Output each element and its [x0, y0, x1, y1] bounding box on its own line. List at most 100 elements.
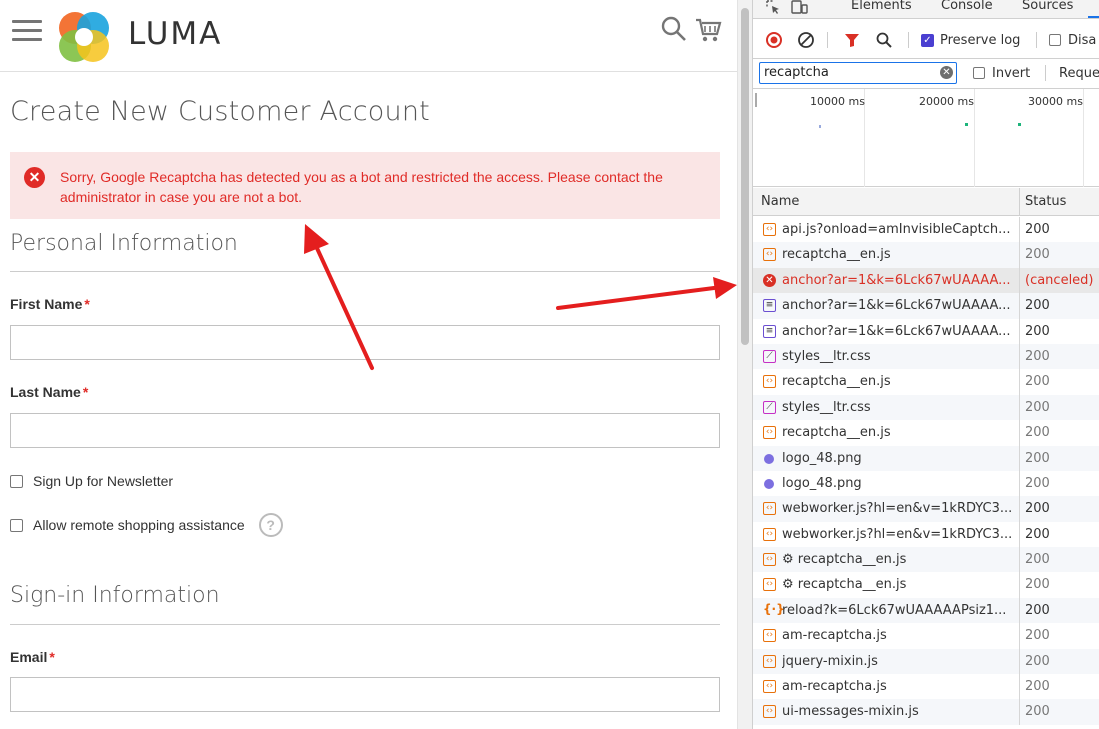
invert-checkbox[interactable] [973, 67, 985, 79]
last-name-label: Last Name * [10, 384, 89, 400]
luma-logo-icon[interactable] [56, 9, 112, 65]
request-name[interactable]: ⚙ recaptcha__en.js [782, 547, 1014, 572]
last-name-input[interactable] [10, 413, 720, 448]
request-row[interactable]: ‹› recaptcha__en.js 200 [753, 369, 1099, 395]
timeline-marker [1018, 123, 1021, 126]
newsletter-label[interactable]: Sign Up for Newsletter [33, 473, 173, 489]
help-icon[interactable]: ? [258, 513, 283, 537]
device-toolbar-icon[interactable] [791, 0, 809, 15]
error-message-box: ✕ Sorry, Google Recaptcha has detected y… [10, 152, 720, 219]
request-status: 200 [1025, 552, 1050, 568]
shop-page: LUMA Create New Customer Account ✕ Sorry… [0, 0, 737, 729]
request-name[interactable]: webworker.js?hl=en&v=1kRDYC3... [782, 522, 1014, 547]
error-message-text: Sorry, Google Recaptcha has detected you… [60, 169, 663, 205]
request-name[interactable]: styles__ltr.css [782, 344, 1014, 369]
disable-cache-option[interactable]: Disa [1049, 30, 1096, 50]
newsletter-checkbox[interactable] [10, 474, 23, 488]
request-row[interactable]: ‹› am-recaptcha.js 200 [753, 623, 1099, 649]
disable-cache-checkbox[interactable] [1049, 34, 1061, 46]
column-separator [1019, 217, 1020, 243]
request-row[interactable]: {·} reload?k=6Lck67wUAAAAAPsiz1... 200 [753, 597, 1099, 624]
request-name[interactable]: api.js?onload=amInvisibleCaptch... [782, 217, 1014, 242]
tab-elements[interactable]: Elements [851, 0, 912, 13]
invert-option[interactable]: Invert [973, 63, 1030, 83]
error-icon: ✕ [763, 273, 776, 287]
request-status: 200 [1025, 348, 1050, 364]
request-row[interactable]: ⟋ styles__ltr.css 200 [753, 394, 1099, 421]
email-input[interactable] [10, 677, 720, 712]
signin-information-title: Sign-in Information [10, 583, 220, 608]
request-name[interactable]: anchor?ar=1&k=6Lck67wUAAAA... [782, 268, 1014, 293]
column-status[interactable]: Status [1025, 194, 1066, 209]
request-name[interactable]: anchor?ar=1&k=6Lck67wUAAAA... [782, 293, 1014, 318]
request-row[interactable]: ‹› api.js?onload=amInvisibleCaptch... 200 [753, 217, 1099, 243]
request-name[interactable]: webworker.js?hl=en&v=1kRDYC3... [782, 496, 1014, 521]
preserve-log-option[interactable]: ✓ Preserve log [921, 30, 1020, 50]
request-name[interactable]: ui-messages-mixin.js [782, 699, 1014, 724]
request-row[interactable]: ‹› jquery-mixin.js 200 [753, 648, 1099, 675]
timeline-handle[interactable] [755, 93, 757, 107]
request-name[interactable]: recaptcha__en.js [782, 242, 1014, 267]
page-scrollbar[interactable] [737, 0, 752, 729]
inspect-element-icon[interactable] [765, 0, 781, 15]
timeline-overview[interactable]: 10000 ms 20000 ms 30000 ms [753, 89, 1099, 187]
request-types-filter[interactable]: Reque [1059, 63, 1099, 83]
request-row[interactable]: ‹› webworker.js?hl=en&v=1kRDYC3... 200 [753, 496, 1099, 522]
devtools-panel: Elements Console Sources ✓ Preserve log … [752, 0, 1099, 729]
remote-assistance-option[interactable]: Allow remote shopping assistance ? [10, 513, 283, 537]
cart-icon[interactable] [694, 14, 722, 44]
request-name[interactable]: recaptcha__en.js [782, 369, 1014, 394]
search-icon[interactable] [660, 14, 688, 44]
request-row[interactable]: ‹› ui-messages-mixin.js 200 [753, 699, 1099, 725]
request-row[interactable]: ‹› recaptcha__en.js 200 [753, 420, 1099, 446]
column-separator[interactable] [1019, 188, 1020, 215]
request-name[interactable]: ⚙ recaptcha__en.js [782, 572, 1014, 597]
preserve-log-checkbox[interactable]: ✓ [921, 33, 934, 47]
request-row[interactable]: ‹› ⚙ recaptcha__en.js 200 [753, 547, 1099, 573]
request-row[interactable]: ≡ anchor?ar=1&k=6Lck67wUAAAA... 200 [753, 293, 1099, 319]
filter-input[interactable]: recaptcha [759, 62, 957, 84]
clear-filter-icon[interactable]: ✕ [940, 66, 953, 79]
timeline-marker [965, 123, 968, 126]
request-name[interactable]: jquery-mixin.js [782, 649, 1014, 674]
disable-cache-label[interactable]: Disa [1068, 33, 1096, 48]
request-status: 200 [1025, 247, 1050, 263]
request-row[interactable]: ✕ anchor?ar=1&k=6Lck67wUAAAA... (canceled) [753, 267, 1099, 294]
search-icon[interactable] [875, 30, 893, 50]
stylesheet-file-icon: ⟋ [763, 400, 776, 414]
toolbar-divider [1036, 32, 1037, 48]
first-name-input[interactable] [10, 325, 720, 360]
request-row[interactable]: logo_48.png 200 [753, 470, 1099, 497]
request-name[interactable]: logo_48.png [782, 471, 1014, 496]
menu-icon[interactable] [12, 20, 42, 42]
request-name[interactable]: reload?k=6Lck67wUAAAAAPsiz1... [782, 598, 1014, 623]
remote-assistance-label[interactable]: Allow remote shopping assistance [33, 517, 245, 533]
invert-label[interactable]: Invert [992, 66, 1030, 81]
request-name[interactable]: am-recaptcha.js [782, 623, 1014, 648]
page-scrollbar-thumb[interactable] [741, 8, 749, 345]
request-row[interactable]: logo_48.png 200 [753, 445, 1099, 471]
request-name[interactable]: logo_48.png [782, 446, 1014, 471]
request-row[interactable]: ‹› webworker.js?hl=en&v=1kRDYC3... 200 [753, 521, 1099, 548]
newsletter-option[interactable]: Sign Up for Newsletter [10, 470, 173, 492]
script-file-icon: ‹› [763, 680, 776, 694]
request-name[interactable]: recaptcha__en.js [782, 420, 1014, 445]
logo-text[interactable]: LUMA [128, 16, 222, 52]
request-name[interactable]: styles__ltr.css [782, 395, 1014, 420]
request-name[interactable]: anchor?ar=1&k=6Lck67wUAAAA... [782, 319, 1014, 344]
tab-sources[interactable]: Sources [1022, 0, 1073, 13]
column-name[interactable]: Name [761, 194, 799, 209]
request-row[interactable]: ⟋ styles__ltr.css 200 [753, 343, 1099, 370]
tab-console[interactable]: Console [941, 0, 993, 13]
clear-icon[interactable] [797, 30, 815, 50]
request-row[interactable]: ‹› ⚙ recaptcha__en.js 200 [753, 572, 1099, 598]
request-row[interactable]: ‹› am-recaptcha.js 200 [753, 674, 1099, 700]
request-row[interactable]: ‹› recaptcha__en.js 200 [753, 242, 1099, 268]
request-row[interactable]: ≡ anchor?ar=1&k=6Lck67wUAAAA... 200 [753, 318, 1099, 344]
request-name[interactable]: am-recaptcha.js [782, 674, 1014, 699]
remote-assistance-checkbox[interactable] [10, 518, 23, 532]
record-icon[interactable] [765, 30, 783, 50]
filter-icon[interactable] [843, 30, 861, 50]
script-file-icon: ‹› [763, 248, 776, 262]
preserve-log-label[interactable]: Preserve log [940, 33, 1020, 48]
